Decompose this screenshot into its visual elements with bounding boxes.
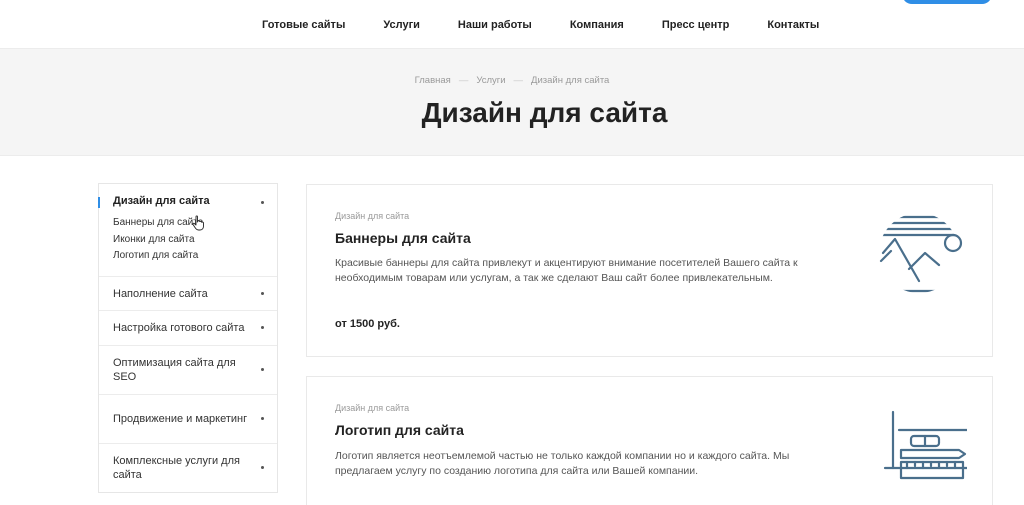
service-card-logo[interactable]: Дизайн для сайта Логотип для сайта Логот… <box>306 376 993 505</box>
page-hero: Главная — Услуги — Дизайн для сайта Дизайн д… <box>0 49 1024 156</box>
main-nav: Готовые сайты Услуги Наши работы Компани… <box>262 0 819 49</box>
card-price: от 1500 руб. <box>335 318 400 330</box>
header-action-button[interactable] <box>902 0 992 4</box>
card-title[interactable]: Баннеры для сайта <box>335 230 471 246</box>
sidebar-item-seo[interactable]: Оптимизация сайта для SEO <box>99 346 277 395</box>
sidebar-subitem-banners[interactable]: Баннеры для сайта <box>113 215 263 232</box>
logo-design-tools-icon <box>883 410 967 480</box>
dot-icon <box>261 368 264 371</box>
nav-services[interactable]: Услуги <box>383 19 420 31</box>
nav-contacts[interactable]: Контакты <box>767 19 819 31</box>
card-category: Дизайн для сайта <box>335 403 410 413</box>
dot-icon <box>261 417 264 420</box>
service-card-banners[interactable]: Дизайн для сайта Баннеры для сайта Краси… <box>306 184 993 357</box>
sidebar-subitem-icons[interactable]: Иконки для сайта <box>113 232 263 249</box>
card-description: Логотип является неотъемлемой частью не … <box>335 450 790 477</box>
breadcrumb: Главная — Услуги — Дизайн для сайта <box>0 75 1024 86</box>
sidebar-item-label[interactable]: Дизайн для сайта <box>113 195 263 207</box>
dot-icon <box>261 466 264 469</box>
dot-icon <box>261 326 264 329</box>
breadcrumb-separator: — <box>513 75 524 86</box>
top-header: Готовые сайты Услуги Наши работы Компани… <box>0 0 1024 49</box>
sidebar-item-complex[interactable]: Комплексные услуги для сайта <box>99 444 277 492</box>
sidebar-item-label: Оптимизация сайта для SEO <box>113 357 236 383</box>
sidebar-item-label: Продвижение и маркетинг <box>113 413 248 425</box>
sidebar-item-label: Комплексные услуги для сайта <box>113 455 240 481</box>
sidebar-subitem-logo[interactable]: Логотип для сайта <box>113 248 263 265</box>
sidebar-item-content[interactable]: Наполнение сайта <box>99 277 277 311</box>
sidebar-item-design[interactable]: Дизайн для сайта Баннеры для сайта Иконк… <box>98 184 277 277</box>
dot-icon <box>261 201 264 204</box>
sidebar-item-marketing[interactable]: Продвижение и маркетинг <box>99 395 277 444</box>
sidebar-item-label: Наполнение сайта <box>113 287 208 300</box>
sidebar-submenu: Баннеры для сайта Иконки для сайта Логот… <box>113 215 263 265</box>
breadcrumb-separator: — <box>458 75 469 86</box>
card-title[interactable]: Логотип для сайта <box>335 422 464 438</box>
breadcrumb-home[interactable]: Главная <box>415 75 451 86</box>
services-sidebar: Дизайн для сайта Баннеры для сайта Иконк… <box>98 183 278 493</box>
breadcrumb-current: Дизайн для сайта <box>531 75 610 86</box>
page-title: Дизайн для сайта <box>421 97 668 128</box>
nav-company[interactable]: Компания <box>570 19 624 31</box>
sidebar-item-setup[interactable]: Настройка готового сайта <box>99 311 277 346</box>
nav-portfolio[interactable]: Наши работы <box>458 19 532 31</box>
card-description: Красивые баннеры для сайта привлекут и а… <box>335 257 798 284</box>
breadcrumb-services[interactable]: Услуги <box>476 75 505 86</box>
nav-ready-sites[interactable]: Готовые сайты <box>262 19 345 31</box>
landscape-banner-icon <box>879 215 963 293</box>
hand-cursor-icon <box>192 215 204 231</box>
sidebar-item-label: Настройка готового сайта <box>113 322 245 334</box>
dot-icon <box>261 291 264 295</box>
card-category: Дизайн для сайта <box>335 211 410 221</box>
nav-press-center[interactable]: Пресс центр <box>662 19 730 31</box>
